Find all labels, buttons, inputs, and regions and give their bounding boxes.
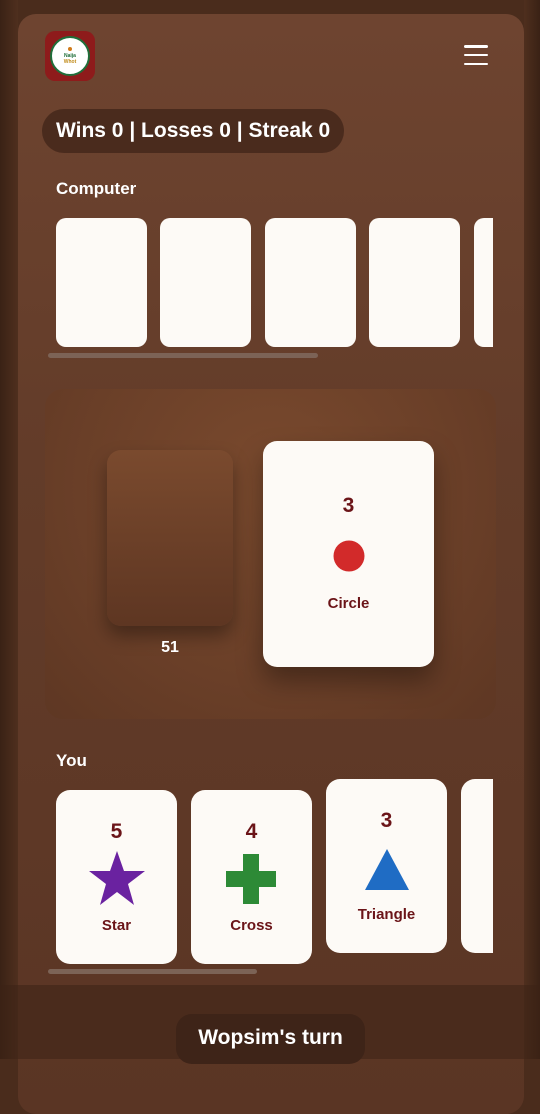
card-shape-name: Triangle — [357, 906, 416, 923]
background-left — [0, 0, 18, 1059]
draw-pile[interactable] — [107, 450, 233, 626]
card-number: 4 — [245, 820, 258, 843]
menu-bar — [464, 53, 488, 57]
computer-card-back — [265, 218, 356, 347]
hamburger-menu-icon[interactable] — [464, 45, 488, 65]
star-icon — [89, 851, 145, 905]
menu-bar — [464, 45, 488, 48]
score-badge: Wins 0 | Losses 0 | Streak 0 — [42, 109, 345, 153]
player-card-star[interactable]: 5 Star — [56, 790, 177, 964]
background-right — [524, 0, 540, 1059]
top-card-number: 3 — [342, 494, 355, 517]
player-card-cross[interactable]: 4 Cross — [191, 790, 312, 964]
computer-card-back — [160, 218, 251, 347]
logo-text-line2: Whot — [63, 59, 77, 65]
top-card: 3 Circle — [263, 441, 434, 667]
you-label: You — [56, 751, 87, 770]
computer-hand-scrollbar[interactable] — [48, 353, 318, 358]
player-hand-scrollbar[interactable] — [48, 969, 257, 974]
logo-dot-icon — [68, 47, 72, 51]
player-card-partial[interactable] — [461, 779, 493, 953]
card-number: 5 — [110, 820, 123, 843]
cross-icon — [226, 854, 276, 904]
deck-count: 51 — [161, 639, 179, 656]
logo-badge: Naija Whot — [50, 36, 90, 76]
app-logo[interactable]: Naija Whot — [45, 31, 95, 81]
player-card-triangle[interactable]: 3 Triangle — [326, 779, 447, 953]
computer-label: Computer — [56, 179, 137, 198]
player-hand: 5 Star 4 Cross 3 Triangle — [56, 775, 493, 967]
computer-card-back — [474, 218, 493, 347]
computer-card-back — [56, 218, 147, 347]
card-number: 3 — [380, 809, 393, 832]
turn-indicator: Wopsim's turn — [176, 1014, 365, 1064]
card-shape-name: Star — [101, 917, 132, 934]
circle-icon — [333, 540, 365, 572]
computer-card-back — [369, 218, 460, 347]
card-shape-name: Cross — [230, 917, 273, 934]
triangle-icon — [365, 849, 409, 890]
computer-hand — [56, 218, 493, 348]
menu-bar — [464, 62, 488, 65]
top-card-shape: Circle — [327, 595, 370, 612]
